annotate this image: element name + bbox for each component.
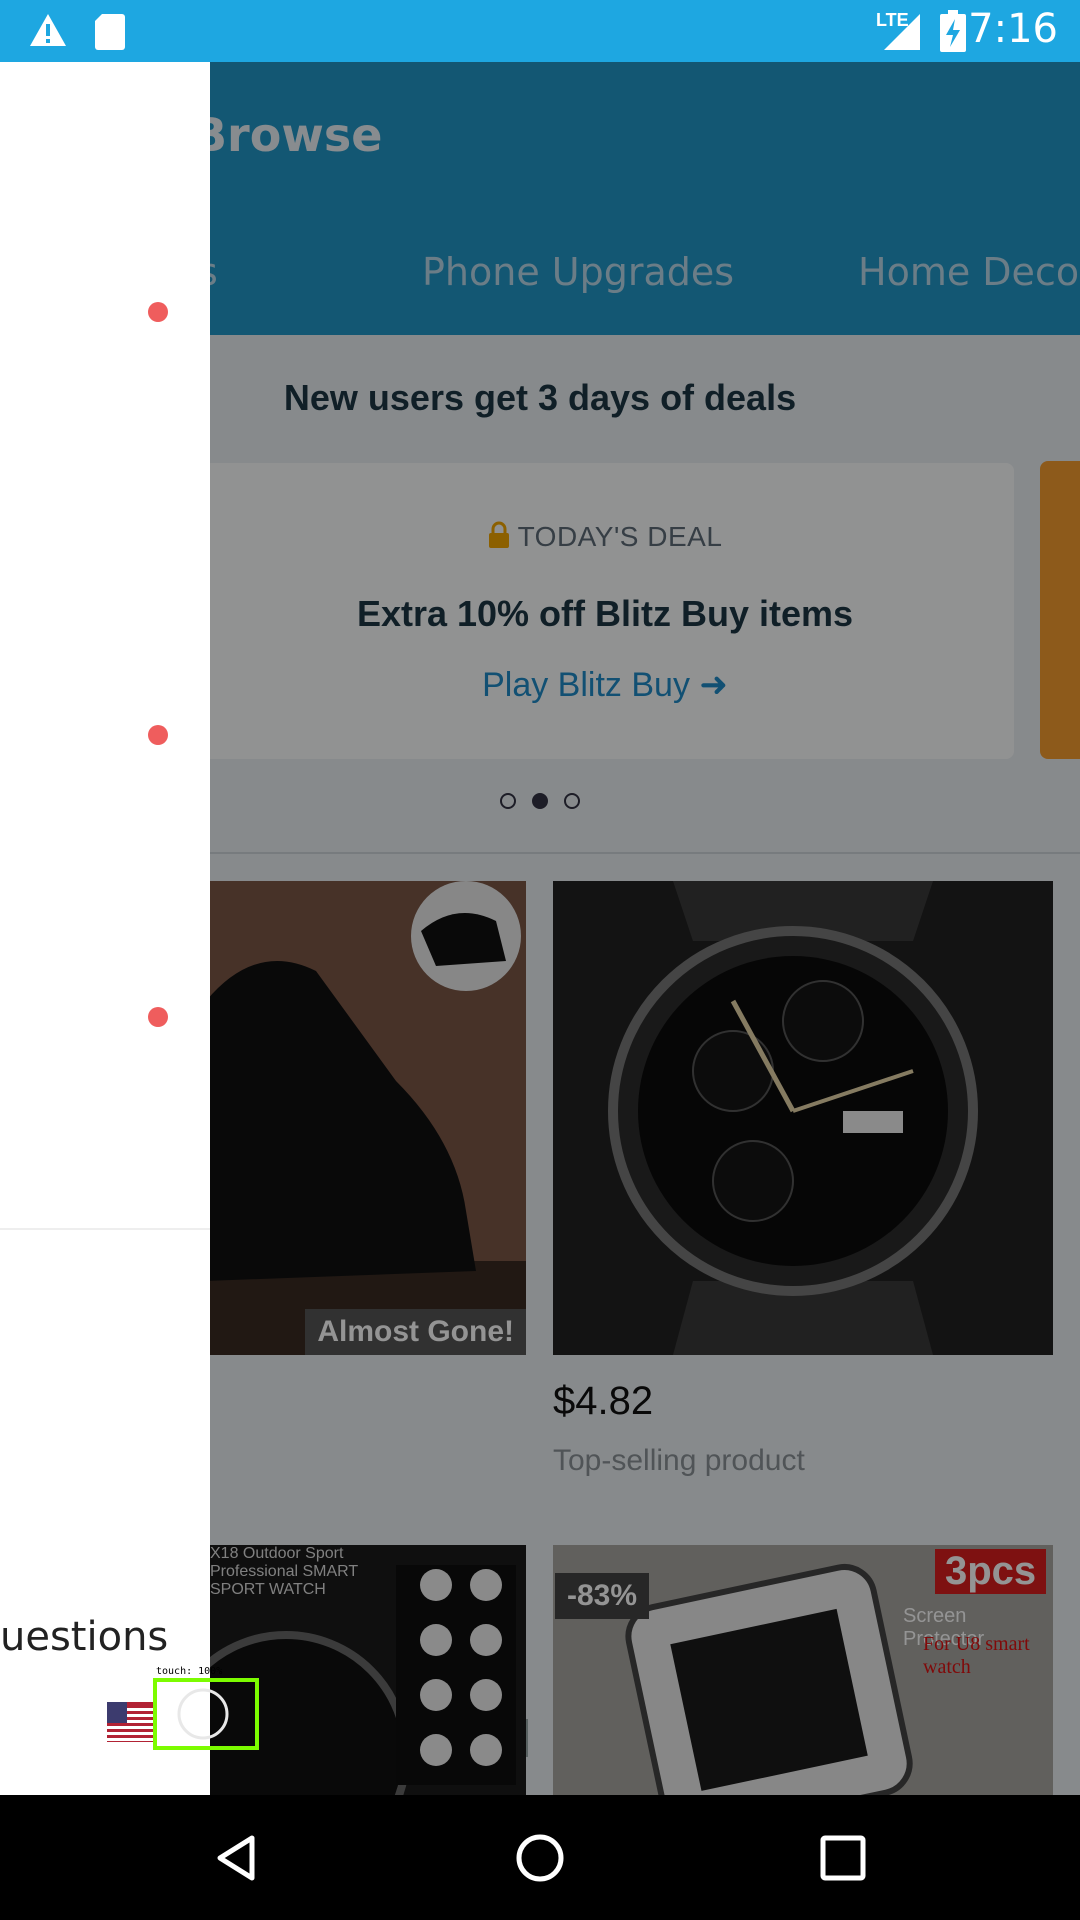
clock: 7:16 <box>968 6 1058 52</box>
notification-dot <box>148 302 168 322</box>
notification-dot <box>148 1007 168 1027</box>
back-icon[interactable] <box>212 1833 262 1883</box>
touch-indicator-label: touch: 100% <box>156 1666 223 1677</box>
touch-indicator <box>153 1678 259 1750</box>
navigation-drawer: uestions <box>0 62 210 1795</box>
warning-icon <box>28 12 68 53</box>
faq-item[interactable]: uestions <box>0 1614 168 1660</box>
system-nav-bar <box>0 1795 1080 1920</box>
sd-card-icon <box>94 12 126 55</box>
battery-charging-icon <box>940 10 966 57</box>
drawer-divider <box>0 1228 210 1230</box>
home-icon[interactable] <box>515 1833 565 1883</box>
signal-icon <box>882 12 922 55</box>
us-flag-icon[interactable] <box>107 1702 155 1747</box>
status-bar: LTE 7:16 <box>0 0 1080 62</box>
notification-dot <box>148 725 168 745</box>
recents-icon[interactable] <box>818 1833 868 1883</box>
